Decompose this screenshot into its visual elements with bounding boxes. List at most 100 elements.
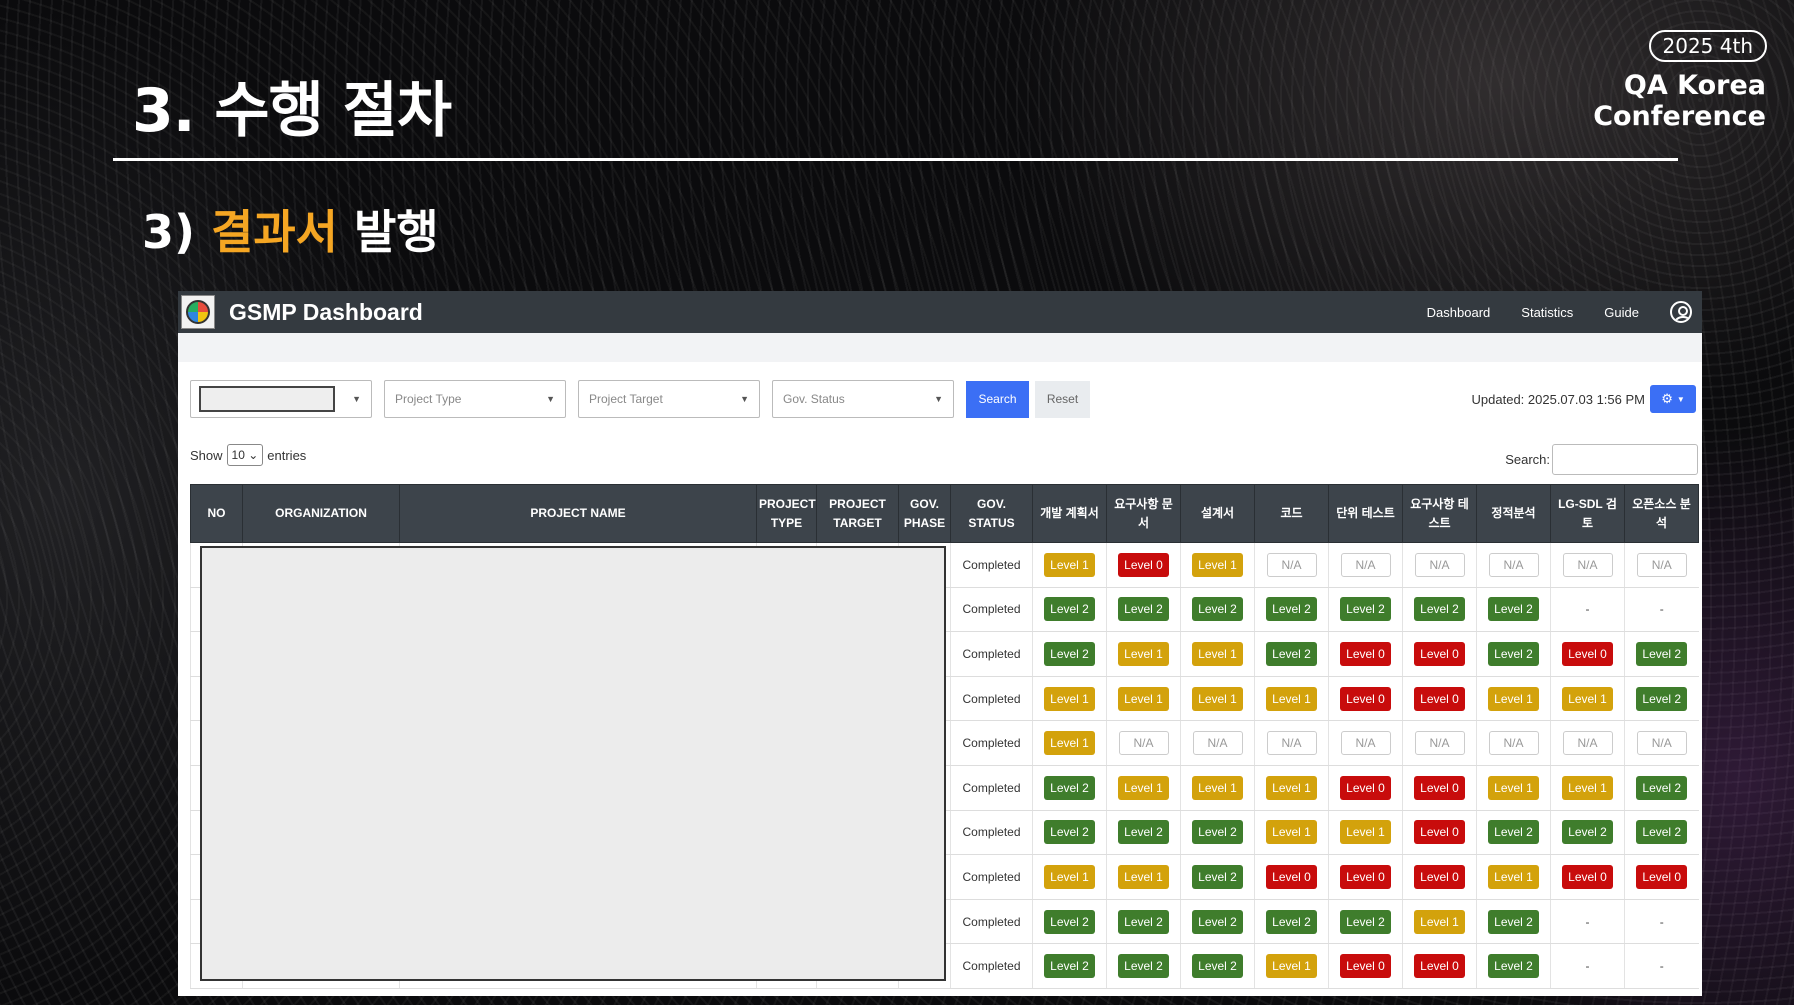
nav-dashboard[interactable]: Dashboard bbox=[1427, 305, 1491, 320]
level-badge[interactable]: Level 2 bbox=[1636, 686, 1688, 711]
level-badge[interactable]: Level 0 bbox=[1414, 641, 1465, 666]
level-badge[interactable]: Level 1 bbox=[1488, 686, 1539, 711]
level-badge[interactable]: Level 2 bbox=[1266, 909, 1317, 934]
level-badge[interactable]: Level 1 bbox=[1118, 864, 1169, 889]
project-type-select[interactable]: Project Type ▼ bbox=[384, 380, 566, 418]
level-badge[interactable]: Level 2 bbox=[1340, 909, 1391, 934]
level-badge[interactable]: Level 2 bbox=[1636, 775, 1688, 800]
settings-dropdown-button[interactable]: ⚙ ▼ bbox=[1650, 385, 1696, 413]
organization-select[interactable]: ▼ bbox=[190, 380, 372, 418]
level-badge[interactable]: Level 1 bbox=[1414, 909, 1465, 934]
column-header[interactable]: PROJECT NAME bbox=[399, 484, 757, 543]
level-badge[interactable]: N/A bbox=[1414, 731, 1465, 756]
level-badge[interactable]: Level 2 bbox=[1044, 597, 1095, 622]
level-badge[interactable]: Level 2 bbox=[1118, 597, 1169, 622]
level-badge[interactable]: Level 2 bbox=[1340, 597, 1391, 622]
nav-statistics[interactable]: Statistics bbox=[1521, 305, 1573, 320]
entries-select[interactable]: 10 ⌄ bbox=[226, 444, 264, 466]
level-badge[interactable]: Level 1 bbox=[1340, 820, 1391, 845]
level-badge[interactable]: Level 2 bbox=[1636, 820, 1688, 845]
level-badge[interactable]: Level 2 bbox=[1488, 820, 1539, 845]
level-badge[interactable]: N/A bbox=[1340, 731, 1391, 756]
column-header[interactable]: 코드 bbox=[1254, 484, 1329, 543]
level-badge[interactable]: Level 2 bbox=[1266, 597, 1317, 622]
column-header[interactable]: GOV. PHASE bbox=[898, 484, 951, 543]
user-circle-icon[interactable] bbox=[1670, 301, 1692, 323]
level-badge[interactable]: Level 2 bbox=[1192, 864, 1243, 889]
level-badge[interactable]: Level 2 bbox=[1044, 641, 1095, 666]
column-header[interactable]: 요구사항 테스트 bbox=[1402, 484, 1477, 543]
level-badge[interactable]: Level 1 bbox=[1044, 731, 1095, 756]
level-badge[interactable]: Level 1 bbox=[1118, 775, 1169, 800]
level-badge[interactable]: Level 2 bbox=[1044, 909, 1095, 934]
column-header[interactable]: ORGANIZATION bbox=[242, 484, 400, 543]
column-header[interactable]: PROJECT TYPE bbox=[756, 484, 817, 543]
level-badge[interactable]: Level 1 bbox=[1118, 641, 1169, 666]
level-badge[interactable]: Level 0 bbox=[1414, 775, 1465, 800]
column-header[interactable]: 요구사항 문서 bbox=[1106, 484, 1181, 543]
level-badge[interactable]: N/A bbox=[1488, 552, 1539, 577]
level-badge[interactable]: Level 2 bbox=[1192, 954, 1243, 979]
level-badge[interactable]: Level 1 bbox=[1488, 864, 1539, 889]
level-badge[interactable]: Level 0 bbox=[1340, 686, 1391, 711]
level-badge[interactable]: Level 2 bbox=[1562, 820, 1613, 845]
level-badge[interactable]: Level 0 bbox=[1562, 864, 1613, 889]
level-badge[interactable]: N/A bbox=[1562, 552, 1613, 577]
level-badge[interactable]: N/A bbox=[1266, 552, 1317, 577]
level-badge[interactable]: Level 1 bbox=[1192, 641, 1243, 666]
level-badge[interactable]: N/A bbox=[1118, 731, 1169, 756]
level-badge[interactable]: Level 0 bbox=[1340, 864, 1391, 889]
level-badge[interactable]: Level 0 bbox=[1414, 954, 1465, 979]
nav-guide[interactable]: Guide bbox=[1604, 305, 1639, 320]
column-header[interactable]: 오픈소스 분석 bbox=[1624, 484, 1699, 543]
level-badge[interactable]: Level 0 bbox=[1266, 864, 1317, 889]
level-badge[interactable]: Level 1 bbox=[1044, 552, 1095, 577]
level-badge[interactable]: Level 2 bbox=[1118, 909, 1169, 934]
column-header[interactable]: NO bbox=[190, 484, 243, 543]
reset-button[interactable]: Reset bbox=[1035, 380, 1090, 418]
project-target-select[interactable]: Project Target ▼ bbox=[578, 380, 760, 418]
level-badge[interactable]: Level 2 bbox=[1192, 909, 1243, 934]
column-header[interactable]: 개발 계획서 bbox=[1032, 484, 1107, 543]
search-input[interactable] bbox=[1552, 444, 1698, 475]
level-badge[interactable]: N/A bbox=[1192, 731, 1243, 756]
level-badge[interactable]: Level 1 bbox=[1192, 552, 1243, 577]
level-badge[interactable]: Level 0 bbox=[1562, 641, 1613, 666]
gov-status-select[interactable]: Gov. Status ▼ bbox=[772, 380, 954, 418]
level-badge[interactable]: Level 0 bbox=[1340, 954, 1391, 979]
level-badge[interactable]: N/A bbox=[1340, 552, 1391, 577]
level-badge[interactable]: Level 2 bbox=[1044, 775, 1095, 800]
level-badge[interactable]: Level 2 bbox=[1118, 820, 1169, 845]
pie-chart-logo[interactable] bbox=[181, 295, 215, 329]
column-header[interactable]: PROJECT TARGET bbox=[816, 484, 899, 543]
level-badge[interactable]: N/A bbox=[1414, 552, 1465, 577]
level-badge[interactable]: Level 0 bbox=[1414, 820, 1465, 845]
level-badge[interactable]: N/A bbox=[1636, 552, 1687, 577]
level-badge[interactable]: Level 1 bbox=[1562, 686, 1613, 711]
column-header[interactable]: GOV. STATUS bbox=[950, 484, 1033, 543]
level-badge[interactable]: Level 1 bbox=[1192, 775, 1243, 800]
level-badge[interactable]: Level 2 bbox=[1192, 820, 1243, 845]
level-badge[interactable]: Level 1 bbox=[1044, 864, 1095, 889]
level-badge[interactable]: Level 0 bbox=[1118, 552, 1169, 577]
app-title[interactable]: GSMP Dashboard bbox=[229, 299, 423, 326]
level-badge[interactable]: Level 0 bbox=[1414, 686, 1465, 711]
level-badge[interactable]: Level 2 bbox=[1488, 909, 1539, 934]
level-badge[interactable]: Level 2 bbox=[1192, 597, 1243, 622]
column-header[interactable]: 정적분석 bbox=[1476, 484, 1551, 543]
level-badge[interactable]: Level 1 bbox=[1266, 954, 1317, 979]
column-header[interactable]: LG-SDL 검토 bbox=[1550, 484, 1625, 543]
level-badge[interactable]: Level 1 bbox=[1266, 820, 1317, 845]
level-badge[interactable]: Level 0 bbox=[1340, 775, 1391, 800]
level-badge[interactable]: N/A bbox=[1266, 731, 1317, 756]
column-header[interactable]: 설계서 bbox=[1180, 484, 1255, 543]
level-badge[interactable]: Level 1 bbox=[1562, 775, 1613, 800]
level-badge[interactable]: Level 2 bbox=[1488, 597, 1539, 622]
level-badge[interactable]: Level 1 bbox=[1192, 686, 1243, 711]
level-badge[interactable]: N/A bbox=[1488, 731, 1539, 756]
level-badge[interactable]: Level 0 bbox=[1414, 864, 1465, 889]
level-badge[interactable]: Level 2 bbox=[1044, 820, 1095, 845]
level-badge[interactable]: N/A bbox=[1636, 731, 1687, 756]
level-badge[interactable]: Level 2 bbox=[1266, 641, 1317, 666]
level-badge[interactable]: Level 1 bbox=[1118, 686, 1169, 711]
